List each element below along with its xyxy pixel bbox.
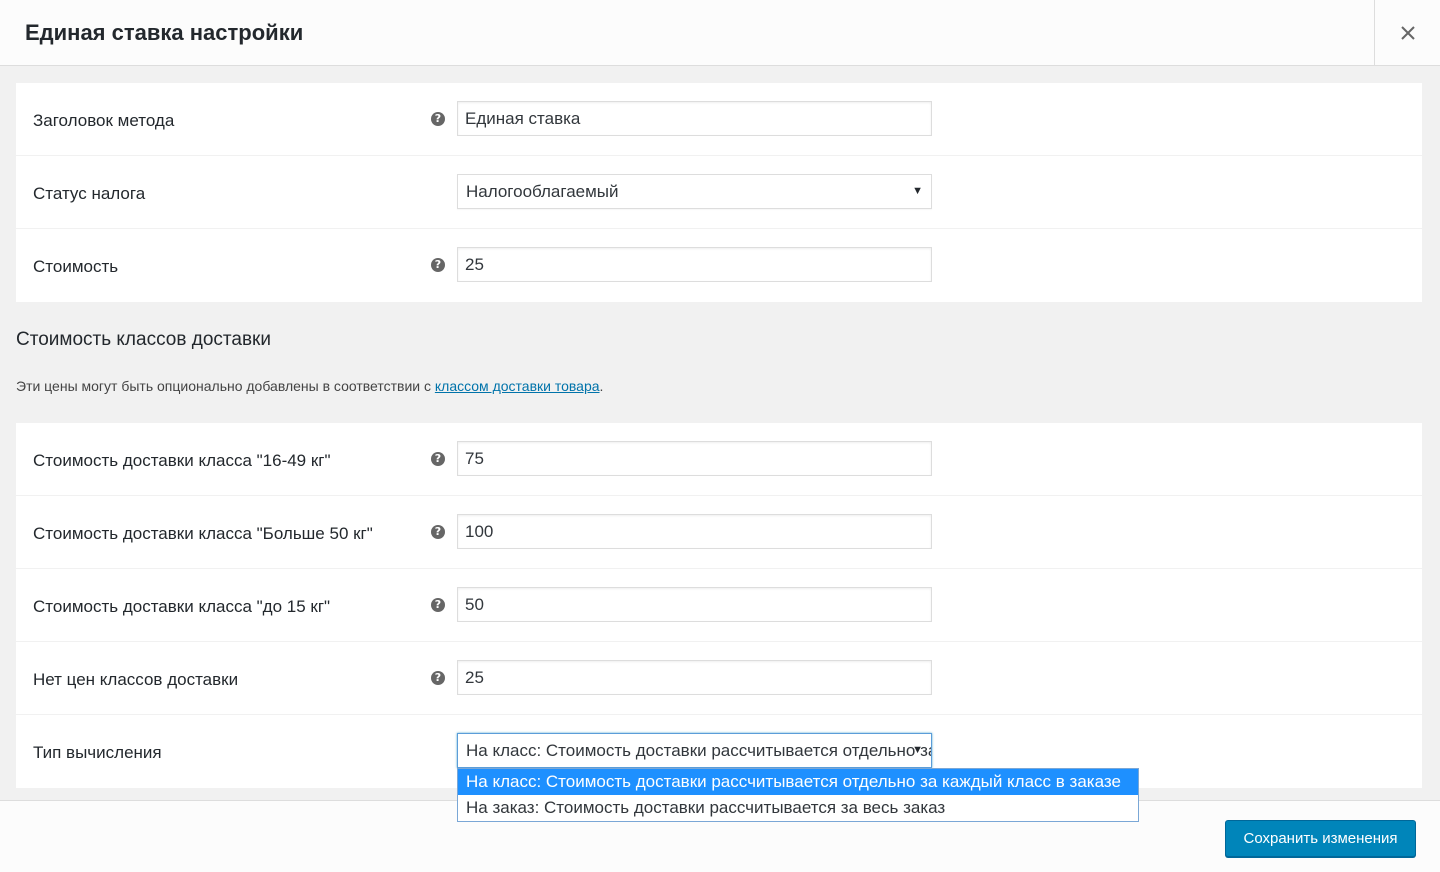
class-cost-label: Стоимость доставки класса "16-49 кг"	[33, 451, 331, 470]
help-icon[interactable]: ?	[431, 112, 445, 126]
description-suffix: .	[599, 378, 604, 394]
help-icon[interactable]: ?	[431, 598, 445, 612]
dropdown-option-per-class[interactable]: На класс: Стоимость доставки рассчитывае…	[458, 769, 1138, 795]
tax-status-select[interactable]: Налогооблагаемый ▼	[457, 174, 932, 209]
class-cost-input[interactable]	[457, 441, 932, 476]
modal-title: Единая ставка настройки	[25, 20, 304, 45]
dropdown-option-per-order[interactable]: На заказ: Стоимость доставки рассчитывае…	[458, 795, 1138, 821]
shipping-classes-table: Стоимость доставки класса "16-49 кг" ? С…	[16, 423, 1423, 788]
help-icon[interactable]: ?	[431, 525, 445, 539]
description-text: Эти цены могут быть опционально добавлен…	[16, 378, 435, 394]
general-settings-table: Заголовок метода ? Статус налога Налогоо…	[16, 83, 1423, 302]
cost-input[interactable]	[457, 247, 932, 282]
help-icon[interactable]: ?	[431, 452, 445, 466]
class-cost-label: Стоимость доставки класса "Больше 50 кг"	[33, 524, 373, 543]
tax-status-value: Налогооблагаемый	[466, 182, 619, 201]
no-class-cost-input[interactable]	[457, 660, 932, 695]
close-button[interactable]	[1374, 0, 1440, 66]
class-cost-input[interactable]	[457, 514, 932, 549]
tax-status-label: Статус налога	[33, 184, 146, 203]
class-cost-row: Стоимость доставки класса "Больше 50 кг"…	[16, 496, 1423, 569]
method-title-row: Заголовок метода ?	[16, 83, 1423, 156]
modal-header: Единая ставка настройки	[0, 0, 1440, 66]
shipping-class-costs-heading: Стоимость классов доставки	[16, 329, 271, 350]
help-icon[interactable]: ?	[431, 671, 445, 685]
calculation-type-value: На класс: Стоимость доставки рассчитывае…	[466, 741, 931, 760]
method-title-label: Заголовок метода	[33, 111, 175, 130]
no-class-cost-label: Нет цен классов доставки	[33, 670, 239, 689]
save-changes-button[interactable]: Сохранить изменения	[1225, 820, 1416, 857]
class-cost-row: Стоимость доставки класса "до 15 кг" ?	[16, 569, 1423, 642]
shipping-class-link[interactable]: классом доставки товара	[435, 378, 600, 394]
chevron-down-icon: ▼	[912, 744, 923, 756]
class-cost-row: Стоимость доставки класса "16-49 кг" ?	[16, 423, 1423, 496]
chevron-down-icon: ▼	[912, 185, 923, 197]
help-icon[interactable]: ?	[431, 258, 445, 272]
calculation-type-label: Тип вычисления	[33, 743, 162, 762]
cost-row: Стоимость ?	[16, 229, 1423, 302]
class-cost-input[interactable]	[457, 587, 932, 622]
cost-label: Стоимость	[33, 257, 119, 276]
shipping-class-costs-description: Эти цены могут быть опционально добавлен…	[16, 378, 603, 394]
calculation-type-dropdown: На класс: Стоимость доставки рассчитывае…	[457, 768, 1139, 822]
close-icon	[1400, 26, 1415, 40]
modal-content: Заголовок метода ? Статус налога Налогоо…	[0, 67, 1440, 800]
tax-status-row: Статус налога Налогооблагаемый ▼	[16, 156, 1423, 229]
calculation-type-select[interactable]: На класс: Стоимость доставки рассчитывае…	[457, 733, 932, 768]
class-cost-label: Стоимость доставки класса "до 15 кг"	[33, 597, 331, 616]
method-title-input[interactable]	[457, 101, 932, 136]
no-class-cost-row: Нет цен классов доставки ?	[16, 642, 1423, 715]
scrollbar[interactable]	[1422, 67, 1440, 800]
